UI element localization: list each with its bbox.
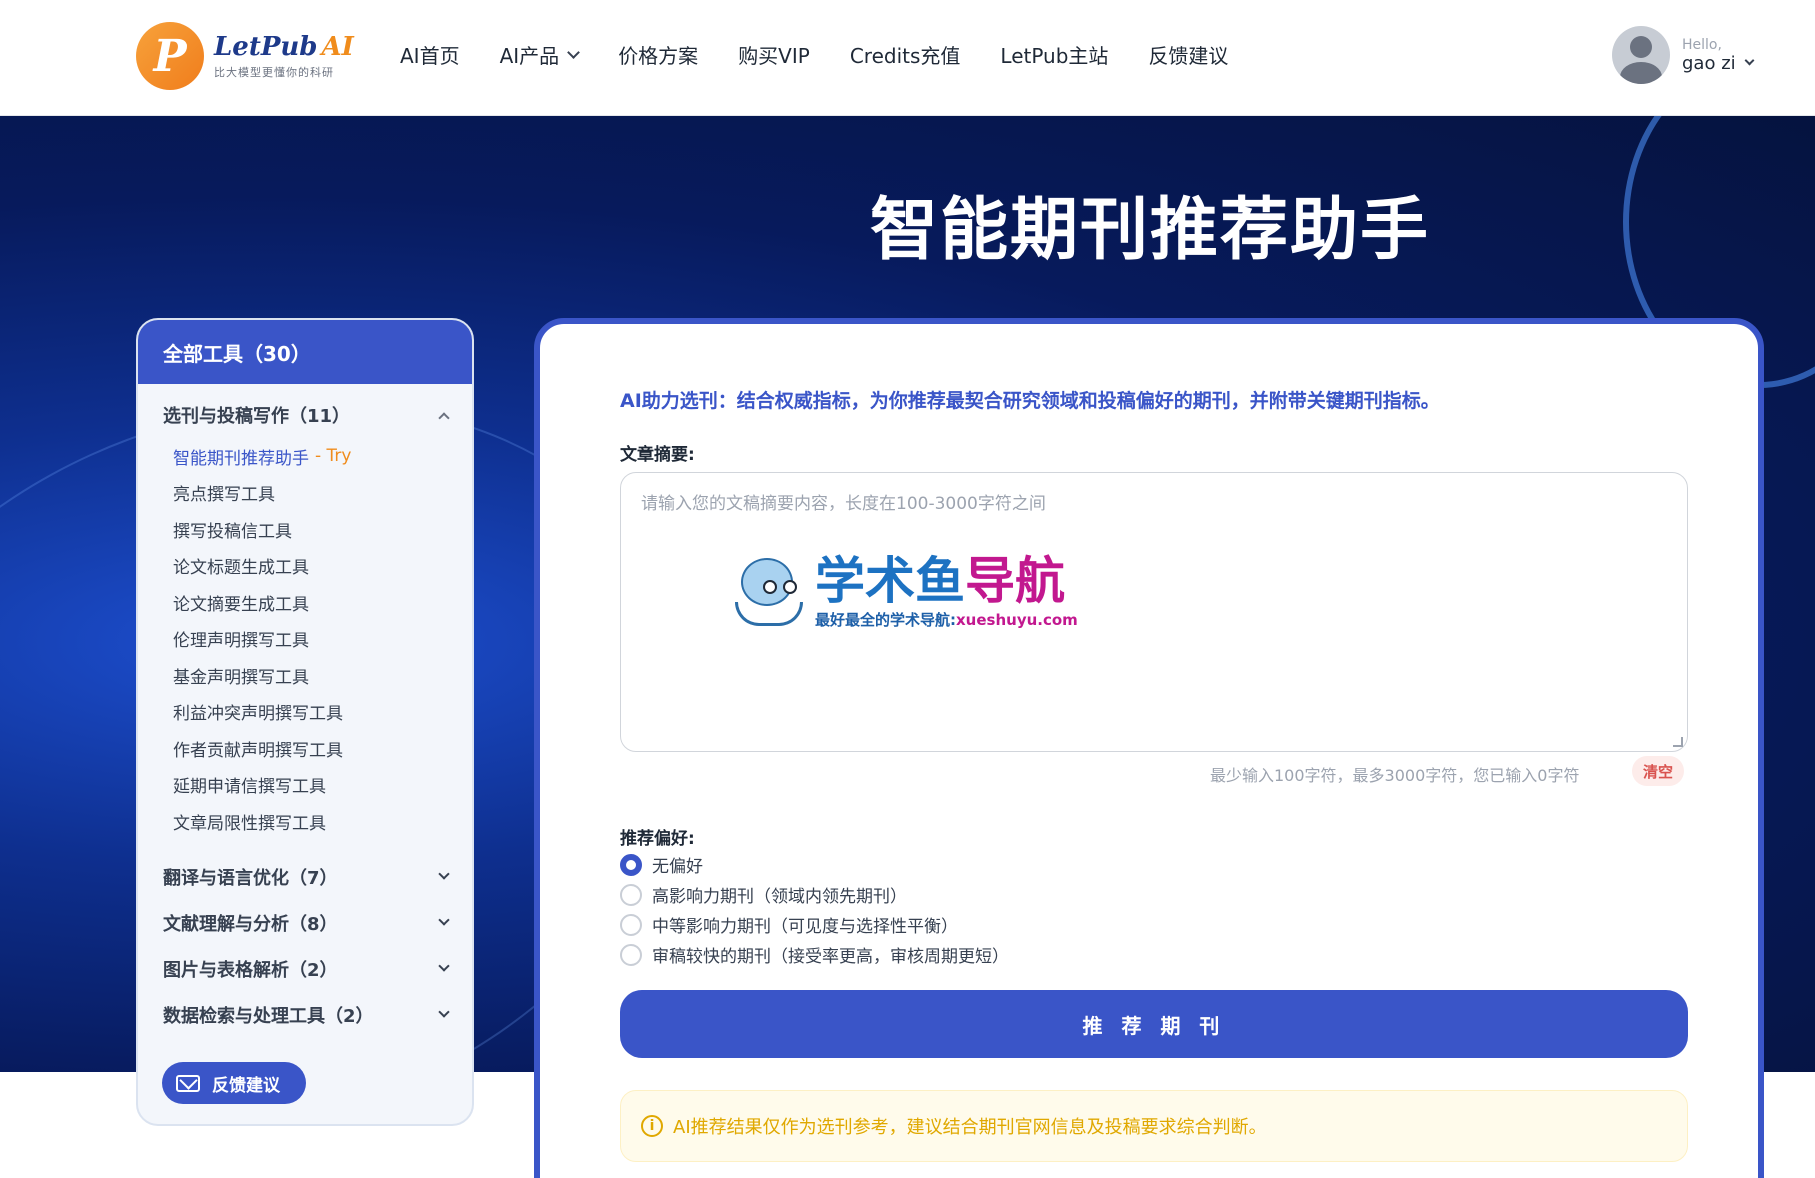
page-title: 智能期刊推荐助手 — [870, 191, 1431, 270]
top-header: P LetPub AI 比大模型更懂你的科研 AI首页 AI产品 价格方案 购买V… — [0, 0, 1815, 116]
sidebar-item-ethics-statement[interactable]: 伦理声明撰写工具 — [173, 621, 472, 658]
watermark-url: xueshuyu.com — [956, 611, 1078, 629]
sidebar-header-all-tools[interactable]: 全部工具（30） — [138, 320, 472, 384]
preference-option-fast-review[interactable]: 审稿较快的期刊（接受率更高，审核周期更短） — [620, 942, 1009, 967]
resize-handle[interactable] — [1673, 737, 1683, 747]
preference-option-medium-impact[interactable]: 中等影响力期刊（可见度与选择性平衡） — [620, 912, 958, 937]
info-icon: i — [641, 1115, 663, 1137]
logo-icon: P — [136, 22, 204, 90]
abstract-placeholder: 请输入您的文稿摘要内容，长度在100-3000字符之间 — [641, 494, 1046, 514]
sidebar-item-limitations[interactable]: 文章局限性撰写工具 — [173, 803, 472, 840]
sidebar-item-title-generator[interactable]: 论文标题生成工具 — [173, 548, 472, 585]
recommend-journals-button[interactable]: 推 荐 期 刊 — [620, 990, 1688, 1058]
logo-ai: AI — [321, 32, 354, 62]
chevron-down-icon — [438, 1006, 450, 1018]
nav-ai-products-label: AI产品 — [499, 44, 560, 68]
radio-unchecked[interactable] — [620, 913, 642, 936]
abstract-label: 文章摘要: — [620, 445, 695, 465]
sidebar-category-literature[interactable]: 文献理解与分析（8） — [138, 900, 472, 946]
watermark-subtitle: 最好最全的学术导航: — [815, 611, 956, 629]
sidebar-item-conflict-statement[interactable]: 利益冲突声明撰写工具 — [173, 694, 472, 731]
chevron-down-icon — [567, 45, 581, 59]
abstract-input[interactable]: 请输入您的文稿摘要内容，长度在100-3000字符之间 学术鱼导航 最好最全的学… — [620, 472, 1688, 752]
logo-tagline: 比大模型更懂你的科研 — [214, 66, 334, 79]
sidebar-category-translation[interactable]: 翻译与语言优化（7） — [138, 854, 472, 900]
sidebar-item-extension-letter[interactable]: 延期申请信撰写工具 — [173, 767, 472, 804]
radio-unchecked[interactable] — [620, 883, 642, 906]
disclaimer-text: AI推荐结果仅作为选刊参考，建议结合期刊官网信息及投稿要求综合判断。 — [673, 1117, 1267, 1138]
xueshuyu-watermark: 学术鱼导航 最好最全的学术导航:xueshuyu.com — [731, 553, 1078, 630]
user-name: gao zi — [1682, 52, 1736, 74]
chevron-down-icon — [438, 868, 450, 880]
avatar — [1612, 26, 1670, 84]
clear-button[interactable]: 清空 — [1632, 756, 1684, 786]
sidebar-item-cover-letter[interactable]: 撰写投稿信工具 — [173, 511, 472, 548]
watermark-title-pink: 导航 — [965, 552, 1065, 610]
radio-unchecked[interactable] — [620, 943, 642, 966]
try-badge: - Try — [315, 446, 352, 467]
chevron-down-icon — [1744, 55, 1755, 66]
preference-option-none[interactable]: 无偏好 — [620, 852, 703, 877]
chevron-down-icon — [438, 960, 450, 972]
nav-ai-products[interactable]: AI产品 — [499, 40, 581, 69]
logo-name: LetPub — [214, 32, 318, 62]
sidebar-feedback-button[interactable]: 反馈建议 — [162, 1062, 306, 1104]
tool-sidebar: 全部工具（30） 选刊与投稿写作（11） 智能期刊推荐助手 - Try 亮点撰写工… — [136, 318, 474, 1126]
sidebar-item-abstract-generator[interactable]: 论文摘要生成工具 — [173, 584, 472, 621]
nav-feedback[interactable]: 反馈建议 — [1148, 40, 1228, 69]
sidebar-tool-list: 智能期刊推荐助手 - Try 亮点撰写工具 撰写投稿信工具 论文标题生成工具 论文… — [138, 438, 472, 850]
watermark-title-blue: 学术鱼 — [815, 552, 965, 610]
sidebar-item-author-contribution[interactable]: 作者贡献声明撰写工具 — [173, 730, 472, 767]
chevron-up-icon — [438, 411, 450, 424]
sidebar-item-funding-statement[interactable]: 基金声明撰写工具 — [173, 657, 472, 694]
preference-option-high-impact[interactable]: 高影响力期刊（领域内领先期刊） — [620, 882, 907, 907]
category-label: 选刊与投稿写作（11） — [163, 406, 351, 427]
mail-icon — [176, 1074, 200, 1092]
radio-checked[interactable] — [620, 853, 642, 876]
char-counter: 最少输入100字符，最多3000字符，您已输入0字符 — [1210, 766, 1580, 785]
tool-intro: AI助力选刊：结合权威指标，为你推荐最契合研究领域和投稿偏好的期刊，并附带关键期… — [620, 390, 1440, 412]
preference-label: 推荐偏好: — [620, 829, 695, 849]
main-nav: AI首页 AI产品 价格方案 购买VIP Credits充值 LetPub主站 … — [400, 40, 1268, 69]
nav-pricing[interactable]: 价格方案 — [618, 40, 698, 69]
sidebar-item-highlights[interactable]: 亮点撰写工具 — [173, 475, 472, 512]
user-hello: Hello, — [1682, 36, 1722, 53]
nav-credits[interactable]: Credits充值 — [850, 40, 961, 69]
disclaimer-notice: i AI推荐结果仅作为选刊参考，建议结合期刊官网信息及投稿要求综合判断。 — [620, 1090, 1688, 1162]
sidebar-category-data-tools[interactable]: 数据检索与处理工具（2） — [138, 992, 472, 1038]
user-menu[interactable]: Hello, gao zi — [1612, 26, 1755, 84]
nav-ai-home[interactable]: AI首页 — [400, 40, 460, 69]
sidebar-category-journal-writing[interactable]: 选刊与投稿写作（11） — [138, 392, 472, 438]
nav-letpub-main[interactable]: LetPub主站 — [1000, 40, 1108, 69]
octopus-logo-icon — [731, 554, 807, 630]
chevron-down-icon — [438, 914, 450, 926]
tool-card: AI助力选刊：结合权威指标，为你推荐最契合研究领域和投稿偏好的期刊，并附带关键期… — [534, 318, 1764, 1178]
nav-buy-vip[interactable]: 购买VIP — [738, 40, 810, 69]
sidebar-item-journal-recommender[interactable]: 智能期刊推荐助手 - Try — [173, 438, 472, 475]
sidebar-category-figures[interactable]: 图片与表格解析（2） — [138, 946, 472, 992]
letpub-logo[interactable]: P LetPub AI 比大模型更懂你的科研 — [136, 22, 354, 90]
